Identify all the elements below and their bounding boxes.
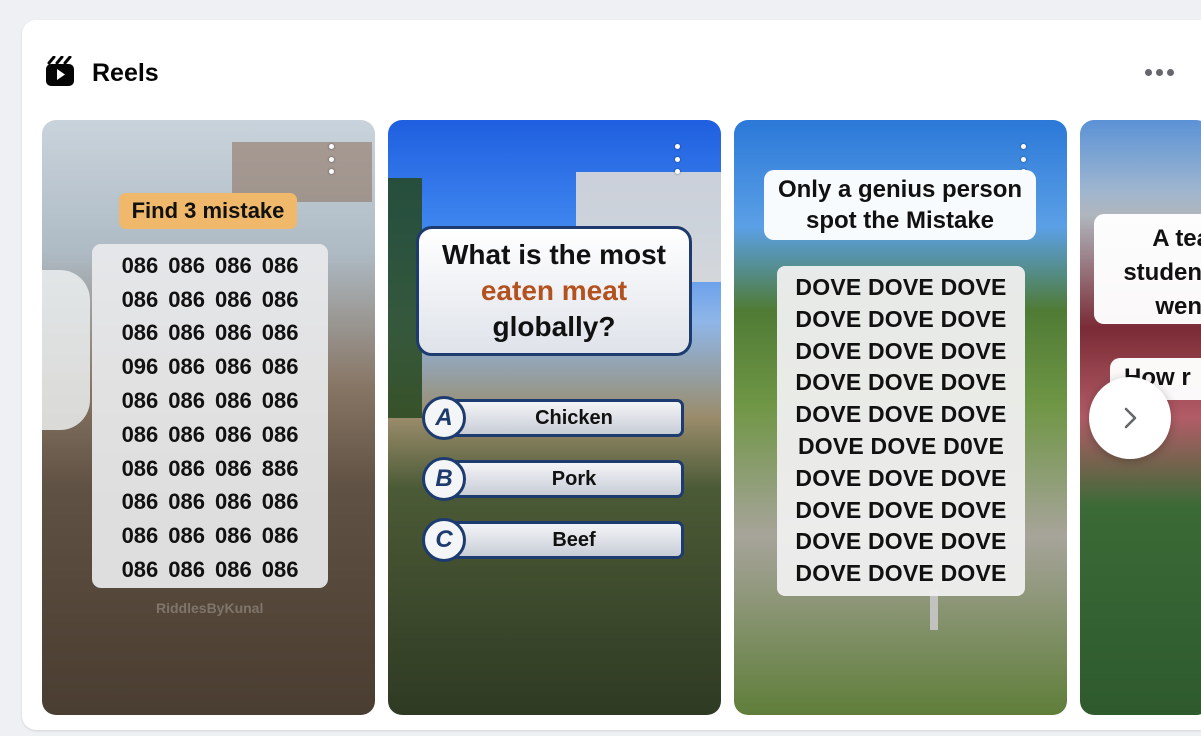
word-grid: DOVE DOVE DOVE DOVE DOVE DOVE DOVE DOVE … xyxy=(777,266,1025,596)
reel-card-2[interactable]: What is the most eaten meat globally? Ch… xyxy=(388,120,721,715)
more-vertical-icon xyxy=(328,144,334,149)
reel-card-1[interactable]: Find 3 mistake 086 086 086 086 086 086 086 086… xyxy=(42,120,375,715)
grid-row: DOVE DOVE DOVE xyxy=(795,337,1007,364)
reels-header: Reels xyxy=(22,20,1201,120)
grid-row: 086 086 086 086 xyxy=(121,388,299,414)
grid-row: DOVE DOVE DOVE xyxy=(795,305,1007,332)
grid-row: 086 086 086 086 xyxy=(121,523,299,549)
grid-row: 086 086 086 086 xyxy=(121,286,299,312)
grid-row: DOVE DOVE DOVE xyxy=(795,274,1007,300)
grid-row: DOVE DOVE DOVE xyxy=(795,528,1007,555)
chevron-right-icon xyxy=(1124,407,1137,429)
grid-row: DOVE DOVE DOVE xyxy=(795,496,1007,523)
grid-row: DOVE DOVE D0VE xyxy=(797,432,1005,459)
grid-row: 086 086 086 086 xyxy=(121,489,299,515)
reel-more-button[interactable] xyxy=(326,144,336,174)
reel-more-button[interactable] xyxy=(672,144,682,174)
grid-row: 086 086 086 886 xyxy=(121,455,299,481)
reel-caption-tag: Only a genius person spot the Mistake xyxy=(764,170,1036,240)
reel-card-3[interactable]: Only a genius person spot the Mistake DO… xyxy=(734,120,1067,715)
grid-row: 096 086 086 086 xyxy=(121,354,299,380)
number-grid: 086 086 086 086 086 086 086 086 086 086 086 086 0… xyxy=(92,244,328,588)
quiz-option-c: Beef C xyxy=(422,518,684,562)
more-vertical-icon xyxy=(674,144,680,149)
grid-row: DOVE DOVE DOVE xyxy=(795,560,1007,587)
grid-row: DOVE DOVE DOVE xyxy=(795,369,1007,396)
more-vertical-icon xyxy=(1020,144,1026,149)
background-car xyxy=(42,270,90,430)
next-reels-button[interactable] xyxy=(1089,377,1171,459)
reel-caption-tag: A tea student went xyxy=(1094,214,1201,324)
quiz-option-b: Pork B xyxy=(422,457,684,501)
reels-card: Reels Find 3 mistake 086 086 086 086 086 086… xyxy=(22,20,1201,730)
reel-caption-tag: Find 3 mistake xyxy=(119,193,297,229)
more-horizontal-icon xyxy=(1144,68,1152,76)
grid-row: 086 086 086 086 xyxy=(121,320,299,346)
section-title: Reels xyxy=(92,59,159,87)
grid-row: DOVE DOVE DOVE xyxy=(795,464,1007,491)
reels-icon xyxy=(46,56,74,86)
watermark: RiddlesByKunal xyxy=(156,600,264,616)
grid-row: 086 086 086 086 xyxy=(121,421,299,447)
grid-row: 086 086 086 086 xyxy=(121,557,299,583)
more-options-button[interactable] xyxy=(1139,56,1179,88)
grid-row: 086 086 086 086 xyxy=(121,252,299,278)
grid-row: DOVE DOVE DOVE xyxy=(795,401,1007,428)
background-pole xyxy=(930,590,938,630)
quiz-question: What is the most eaten meat globally? xyxy=(416,226,692,356)
quiz-option-a: Chicken A xyxy=(422,396,684,440)
